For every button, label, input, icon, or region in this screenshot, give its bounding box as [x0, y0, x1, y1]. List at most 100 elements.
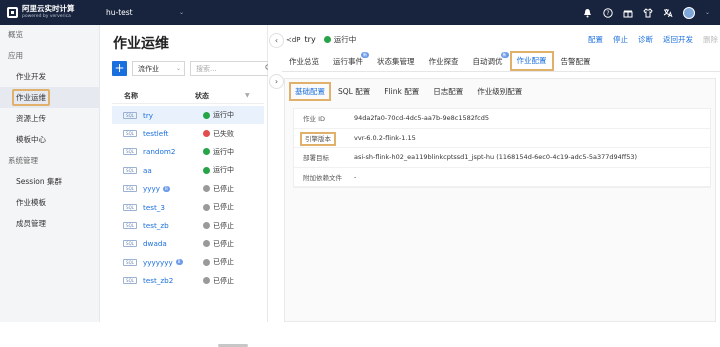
sql-tag: SQL: [123, 148, 137, 156]
tab-overview[interactable]: 作业总览: [282, 56, 326, 71]
info-label: 部署目标: [303, 154, 329, 163]
table-row[interactable]: SQL random2 运行中: [112, 143, 264, 161]
job-type-icon: ≺dP: [286, 35, 301, 44]
job-name-text: test_zb: [143, 221, 169, 231]
sidebar-item-members[interactable]: 成员管理: [0, 213, 99, 234]
diagnose-button[interactable]: 诊断: [638, 34, 653, 45]
tab-alerts[interactable]: 告警配置: [554, 56, 598, 71]
table-row[interactable]: SQL yyyyyyy B 已停止: [112, 253, 264, 271]
job-type-select[interactable]: 流作业 ⌄: [132, 61, 185, 76]
info-value: 94da2fa0-70cd-4dc5-aa7b-9e8c1582fcd5: [354, 114, 489, 123]
tab-label: 告警配置: [560, 57, 591, 66]
table-row[interactable]: SQL test_zb2 已停止: [112, 272, 264, 290]
chevron-down-icon[interactable]: ⌄: [179, 9, 184, 16]
job-name-text: random2: [143, 147, 176, 157]
expand-panel-button[interactable]: ›: [269, 74, 284, 89]
sidebar-item-label: 作业模板: [16, 198, 46, 207]
job-status: 运行中: [333, 35, 357, 44]
table-row[interactable]: SQL aa 运行中: [112, 161, 264, 179]
configure-button[interactable]: 配置: [588, 34, 603, 45]
status-stop-icon: [203, 222, 210, 230]
job-name-link[interactable]: random2: [143, 147, 203, 156]
sidebar-item-template[interactable]: 模板中心: [0, 129, 99, 150]
status-stop-icon: [203, 277, 210, 285]
job-rows: SQL try 运行中 SQL testleft 已失败 SQL random2 运行中 SQL a…: [112, 106, 264, 290]
user-avatar[interactable]: [682, 6, 695, 19]
status-text: 已停止: [213, 276, 234, 285]
status-text: 已停止: [213, 258, 234, 267]
brand[interactable]: 阿里云实时计算 powered by ververica: [0, 0, 103, 25]
tab-explore[interactable]: 作业探查: [422, 56, 466, 71]
sql-tag: SQL: [123, 130, 137, 138]
translate-icon[interactable]: [663, 8, 673, 18]
subtab-basic[interactable]: 基础配置: [289, 82, 331, 101]
table-row[interactable]: SQL testleft 已失败: [112, 124, 264, 142]
sidebar-item-ops[interactable]: 作业运维: [0, 87, 99, 108]
sidebar-item-overview[interactable]: 概览: [0, 24, 99, 45]
job-name-link[interactable]: yyyy B: [143, 184, 203, 193]
bell-icon[interactable]: [583, 8, 593, 18]
status-cell: 已停止: [203, 184, 234, 194]
job-name-link[interactable]: dwada: [143, 239, 203, 248]
workspace-switcher[interactable]: hu-test: [106, 8, 179, 17]
search-placeholder: 搜索...: [196, 64, 217, 73]
subtab-sql[interactable]: SQL 配置: [331, 86, 377, 97]
tab-job-config[interactable]: 作业配置: [509, 51, 554, 71]
status-stop-icon: [203, 240, 210, 248]
job-type-value: 流作业: [138, 64, 159, 73]
shirt-icon[interactable]: [643, 7, 653, 18]
job-actions: 配置 停止 诊断 返回开发 删除: [588, 34, 718, 45]
status-cell: 运行中: [203, 165, 234, 175]
table-row[interactable]: SQL dwada 已停止: [112, 235, 264, 253]
job-name-text: dwada: [143, 239, 167, 249]
job-name-link[interactable]: try: [143, 111, 203, 120]
status-cell: 已停止: [203, 221, 234, 231]
sidebar-item-upload[interactable]: 资源上传: [0, 108, 99, 129]
job-detail: ‹ › ≺dP try 运行中 配置 停止 诊断 返回开发 删除 作业总览 运行…: [268, 25, 720, 322]
status-run-icon: [203, 166, 210, 174]
stop-button[interactable]: 停止: [613, 34, 628, 45]
job-name-link[interactable]: test_zb2: [143, 276, 203, 285]
help-icon[interactable]: ?: [603, 7, 613, 18]
job-name-link[interactable]: test_zb: [143, 221, 203, 230]
sidebar-item-session[interactable]: Session 集群: [0, 171, 99, 192]
sidebar-item-dev[interactable]: 作业开发: [0, 66, 99, 87]
info-label: 作业 ID: [303, 115, 325, 124]
tab-autotune[interactable]: 自动调优新: [466, 52, 510, 71]
job-name-link[interactable]: testleft: [143, 129, 203, 138]
subtab-flink[interactable]: Flink 配置: [377, 86, 426, 97]
table-row[interactable]: SQL test_3 已停止: [112, 198, 264, 216]
status-text: 运行中: [213, 166, 234, 175]
sql-tag: SQL: [123, 166, 137, 174]
config-subtabs: 基础配置 SQL 配置 Flink 配置 日志配置 作业级别配置: [289, 82, 529, 101]
table-row[interactable]: SQL yyyy B 已停止: [112, 180, 264, 198]
sidebar-item-label: 作业运维: [12, 89, 50, 106]
info-value: asi-sh-flink-h02_ea119blinkcptssd1_jspt-…: [354, 153, 638, 162]
info-row-job-id: 作业 ID 94da2fa0-70cd-4dc5-aa7b-9e8c1582fc…: [294, 109, 710, 129]
filter-icon[interactable]: ▼: [245, 92, 250, 99]
gift-icon[interactable]: [623, 8, 633, 18]
subtab-job-level[interactable]: 作业级别配置: [470, 86, 529, 97]
table-row[interactable]: SQL try 运行中: [112, 106, 264, 125]
search-input[interactable]: 搜索...: [190, 61, 276, 76]
back-to-dev-button[interactable]: 返回开发: [663, 34, 693, 45]
table-header: 名称 状态 ▼: [112, 88, 264, 104]
page-title: 作业运维: [113, 36, 169, 52]
status-text: 运行中: [213, 111, 234, 120]
sidebar-item-label: 成员管理: [16, 219, 46, 228]
tab-state[interactable]: 状态集管理: [370, 56, 422, 71]
status-text: 运行中: [213, 147, 234, 156]
collapse-panel-button[interactable]: ‹: [269, 33, 284, 48]
chevron-down-icon[interactable]: ⌄: [705, 9, 710, 16]
job-name-link[interactable]: aa: [143, 166, 203, 175]
table-row[interactable]: SQL test_zb 已停止: [112, 216, 264, 234]
job-name-link[interactable]: test_3: [143, 203, 203, 212]
add-job-button[interactable]: +: [112, 61, 127, 76]
job-name-link[interactable]: yyyyyyy B: [143, 258, 203, 267]
sql-tag: SQL: [123, 222, 137, 230]
sidebar-item-job-template[interactable]: 作业模板: [0, 192, 99, 213]
column-status-header: 状态: [195, 91, 209, 100]
tab-events[interactable]: 运行事件新: [326, 52, 370, 71]
delete-button[interactable]: 删除: [703, 34, 718, 45]
subtab-log[interactable]: 日志配置: [426, 86, 470, 97]
